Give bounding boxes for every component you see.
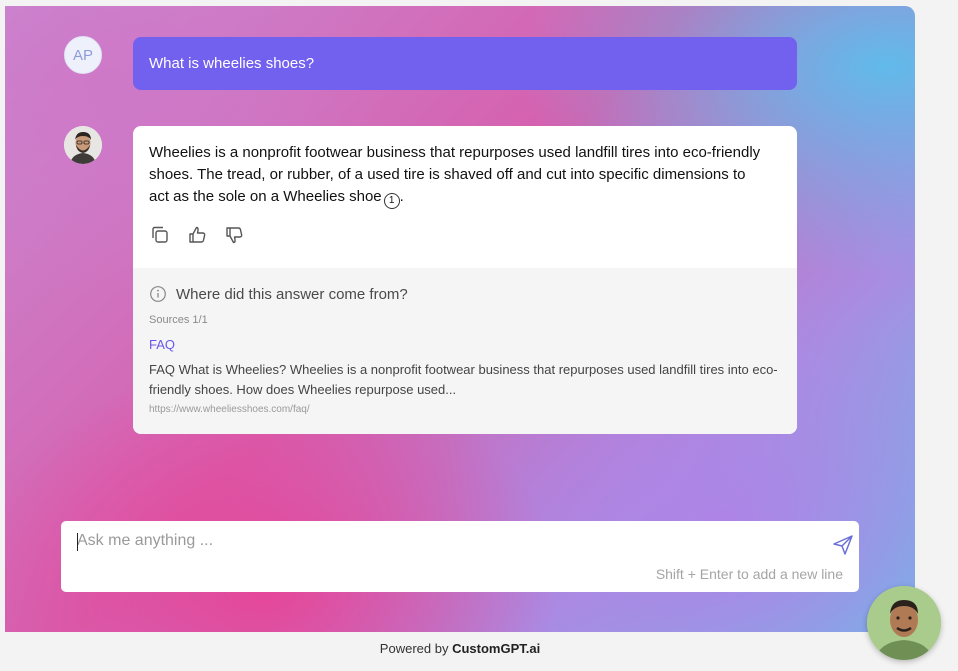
send-button[interactable] xyxy=(831,533,855,557)
bot-answer-text: Wheelies is a nonprofit footwear busines… xyxy=(149,144,761,205)
thumbs-down-button[interactable] xyxy=(224,224,246,246)
citation-marker[interactable]: 1 xyxy=(383,193,400,209)
chat-panel: AP What is wheelies shoes? Wheelies is a… xyxy=(5,6,915,632)
sources-heading: Where did this answer come from? xyxy=(149,285,408,303)
powered-by-footer: Powered by CustomGPT.ai xyxy=(5,632,915,671)
copy-button[interactable] xyxy=(149,224,171,246)
sources-count: Sources 1/1 xyxy=(149,314,208,326)
composer-hint: Shift + Enter to add a new line xyxy=(655,566,843,582)
footer-prefix: Powered by xyxy=(379,641,449,656)
bot-avatar xyxy=(64,126,102,164)
agent-avatar-icon xyxy=(867,586,941,660)
user-avatar: AP xyxy=(64,36,102,74)
bot-message-card: Wheelies is a nonprofit footwear busines… xyxy=(133,126,797,434)
user-message: What is wheelies shoes? xyxy=(133,37,797,90)
source-title-link[interactable]: FAQ xyxy=(149,337,175,352)
thumbs-down-icon xyxy=(226,227,243,244)
send-icon xyxy=(833,535,853,555)
agent-launcher-button[interactable] xyxy=(867,586,941,660)
composer: Shift + Enter to add a new line xyxy=(61,521,859,592)
bot-answer-end: . xyxy=(399,188,404,205)
copy-icon xyxy=(152,226,168,243)
bot-avatar-image xyxy=(64,126,102,164)
sources-heading-text: Where did this answer come from? xyxy=(176,285,408,303)
thumbs-up-button[interactable] xyxy=(187,224,209,246)
bot-answer: Wheelies is a nonprofit footwear busines… xyxy=(149,142,769,209)
chat-input[interactable] xyxy=(77,529,817,553)
source-snippet: FAQ What is Wheelies? Wheelies is a nonp… xyxy=(149,362,778,397)
thumbs-up-icon xyxy=(189,226,206,243)
footer-brand-link[interactable]: CustomGPT.ai xyxy=(452,641,540,656)
source-url[interactable]: https://www.wheeliesshoes.com/faq/ xyxy=(149,404,310,415)
info-icon xyxy=(150,286,166,302)
text-caret xyxy=(77,533,78,551)
sources-panel: Where did this answer come from? Sources… xyxy=(133,268,797,434)
